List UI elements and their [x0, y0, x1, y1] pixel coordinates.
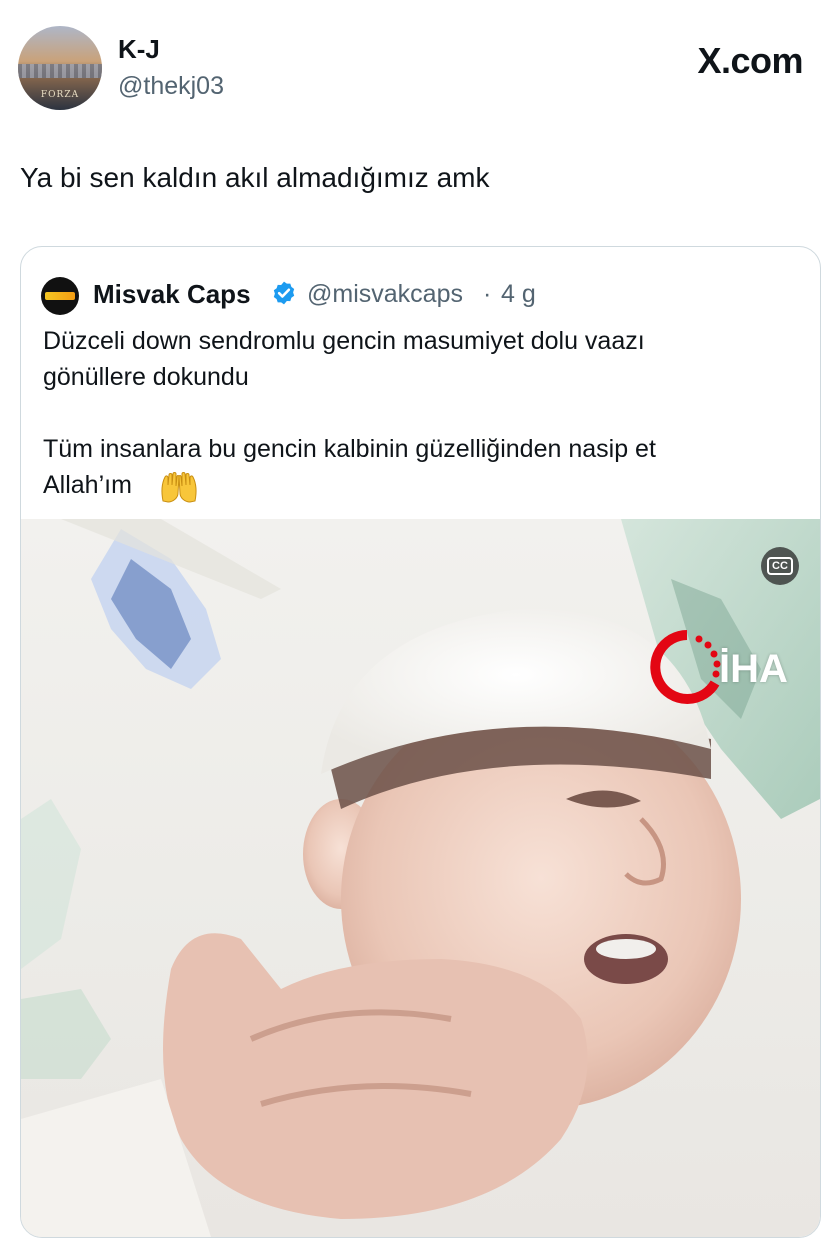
quoted-tweet-card[interactable]: Misvak Caps @misvakcaps · 4 g Düzceli do…: [20, 246, 821, 1238]
quoted-text-line: Allah’ım: [43, 471, 132, 499]
user-handle[interactable]: @thekj03: [118, 72, 224, 101]
video-player[interactable]: CC İHA: [21, 519, 820, 1237]
verified-badge-icon: [273, 281, 295, 305]
avatar-stadium-stands: [18, 64, 102, 78]
quoted-display-name[interactable]: Misvak Caps: [93, 279, 251, 310]
quoted-avatar-logo: [45, 292, 75, 300]
quoted-text-line: Tüm insanlara bu gencin kalbinin güzelli…: [43, 435, 656, 463]
avatar-logo-text: FORZA: [40, 90, 80, 100]
quoted-text-line: Düzceli down sendromlu gencin masumiyet …: [43, 327, 645, 355]
user-display-name[interactable]: K-J: [118, 34, 160, 65]
quoted-handle[interactable]: @misvakcaps: [307, 280, 463, 309]
user-avatar[interactable]: FORZA: [18, 26, 102, 110]
iha-watermark-text: İHA: [719, 647, 788, 691]
quoted-timestamp[interactable]: 4 g: [501, 280, 536, 309]
closed-captions-icon[interactable]: CC: [761, 547, 799, 585]
iha-logo-icon: İHA: [647, 627, 788, 707]
cc-label: CC: [767, 557, 793, 575]
raising-hands-emoji: [161, 472, 197, 503]
meta-separator: ·: [483, 280, 492, 308]
tweet-text: Ya bi sen kaldın akıl almadığımız amk: [20, 162, 490, 193]
quoted-avatar[interactable]: [41, 277, 79, 315]
quoted-text-line: gönüllere dokundu: [43, 363, 249, 391]
x-brand-logo: X.com: [697, 40, 803, 81]
